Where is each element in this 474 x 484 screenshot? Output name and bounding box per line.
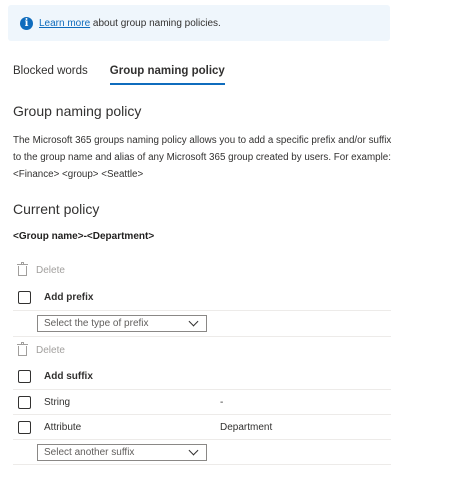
prefix-type-dropdown[interactable]: Select the type of prefix [37,315,207,332]
divider [13,464,391,465]
info-message-bar: i Learn more about group naming policies… [8,5,390,41]
tab-list: Blocked words Group naming policy [13,65,247,85]
suffix-dropdown-placeholder: Select another suffix [44,447,135,458]
add-prefix-checkbox[interactable] [18,291,31,304]
divider [13,336,391,337]
suffix-string-checkbox[interactable] [18,395,31,409]
table-row: String - [13,390,391,415]
add-suffix-label: Add suffix [44,371,93,382]
add-prefix-label: Add prefix [44,292,94,303]
info-message: about group naming policies. [90,17,221,29]
section-title: Group naming policy [13,103,142,119]
info-icon: i [20,16,33,30]
suffix-row-label: String [44,396,71,408]
tab-blocked-words[interactable]: Blocked words [13,65,88,85]
prefix-delete-label: Delete [36,265,65,276]
info-text: Learn more about group naming policies. [39,18,221,29]
chevron-down-icon [188,445,199,456]
prefix-dropdown-placeholder: Select the type of prefix [44,318,149,329]
tab-group-naming-policy[interactable]: Group naming policy [109,65,225,85]
policy-format: <Group name>-<Department> [13,231,155,242]
suffix-row-label: Attribute [44,421,82,433]
current-policy-title: Current policy [13,201,100,217]
suffix-delete-label: Delete [36,345,65,356]
chevron-down-icon [188,316,199,327]
add-suffix-row: Add suffix [13,364,391,390]
suffix-type-dropdown[interactable]: Select another suffix [37,444,207,461]
prefix-delete-button[interactable]: Delete [17,261,65,276]
table-row: Attribute Department [13,415,391,440]
trash-icon [17,341,28,356]
suffix-row-value: - [220,396,224,408]
add-suffix-checkbox[interactable] [18,370,31,383]
learn-more-link[interactable]: Learn more [39,18,90,29]
section-description: The Microsoft 365 groups naming policy a… [13,135,392,180]
suffix-attribute-checkbox[interactable] [18,420,31,434]
add-prefix-row: Add prefix [13,285,391,311]
trash-icon [17,261,28,276]
suffix-delete-button[interactable]: Delete [17,341,65,356]
suffix-row-value: Department [220,421,273,433]
